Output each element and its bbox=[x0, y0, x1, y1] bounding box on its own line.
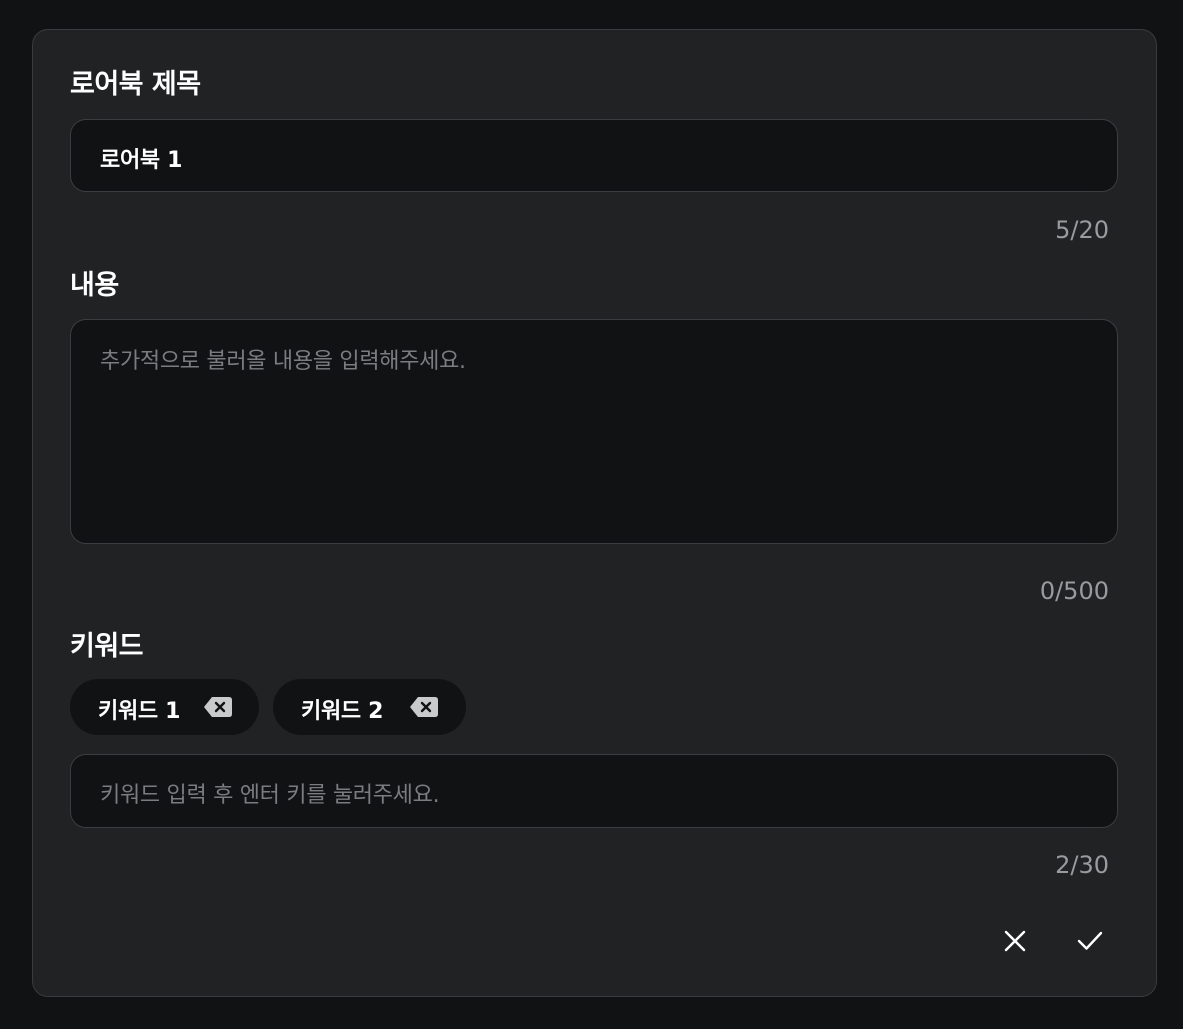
backspace-x-icon[interactable] bbox=[409, 695, 439, 719]
title-input-value: 로어북 1 bbox=[100, 148, 183, 173]
close-icon bbox=[1004, 930, 1026, 956]
title-counter: 5/20 bbox=[1055, 216, 1109, 244]
keyword-label: 키워드 bbox=[70, 631, 144, 662]
check-icon bbox=[1077, 930, 1103, 956]
content-placeholder: 추가적으로 불러올 내용을 입력해주세요. bbox=[100, 349, 466, 374]
keyword-counter: 2/30 bbox=[1055, 851, 1109, 879]
keyword-placeholder: 키워드 입력 후 엔터 키를 눌러주세요. bbox=[100, 783, 440, 808]
keyword-chip-label: 키워드 2 bbox=[301, 699, 384, 724]
backspace-x-icon[interactable] bbox=[203, 695, 233, 719]
cancel-button[interactable] bbox=[995, 923, 1035, 963]
keyword-chip: 키워드 1 bbox=[70, 679, 259, 735]
title-label: 로어북 제목 bbox=[70, 69, 201, 100]
content-counter: 0/500 bbox=[1039, 577, 1109, 605]
confirm-button[interactable] bbox=[1070, 923, 1110, 963]
keyword-chip-label: 키워드 1 bbox=[98, 699, 181, 724]
lorebook-edit-card: 로어북 제목 로어북 1 5/20 내용 추가적으로 불러올 내용을 입력해주세… bbox=[32, 29, 1157, 997]
title-input[interactable]: 로어북 1 bbox=[70, 119, 1118, 192]
keyword-chip: 키워드 2 bbox=[273, 679, 466, 735]
content-label: 내용 bbox=[70, 270, 119, 301]
content-textarea[interactable]: 추가적으로 불러올 내용을 입력해주세요. bbox=[70, 319, 1118, 544]
keyword-input[interactable]: 키워드 입력 후 엔터 키를 눌러주세요. bbox=[70, 754, 1118, 828]
